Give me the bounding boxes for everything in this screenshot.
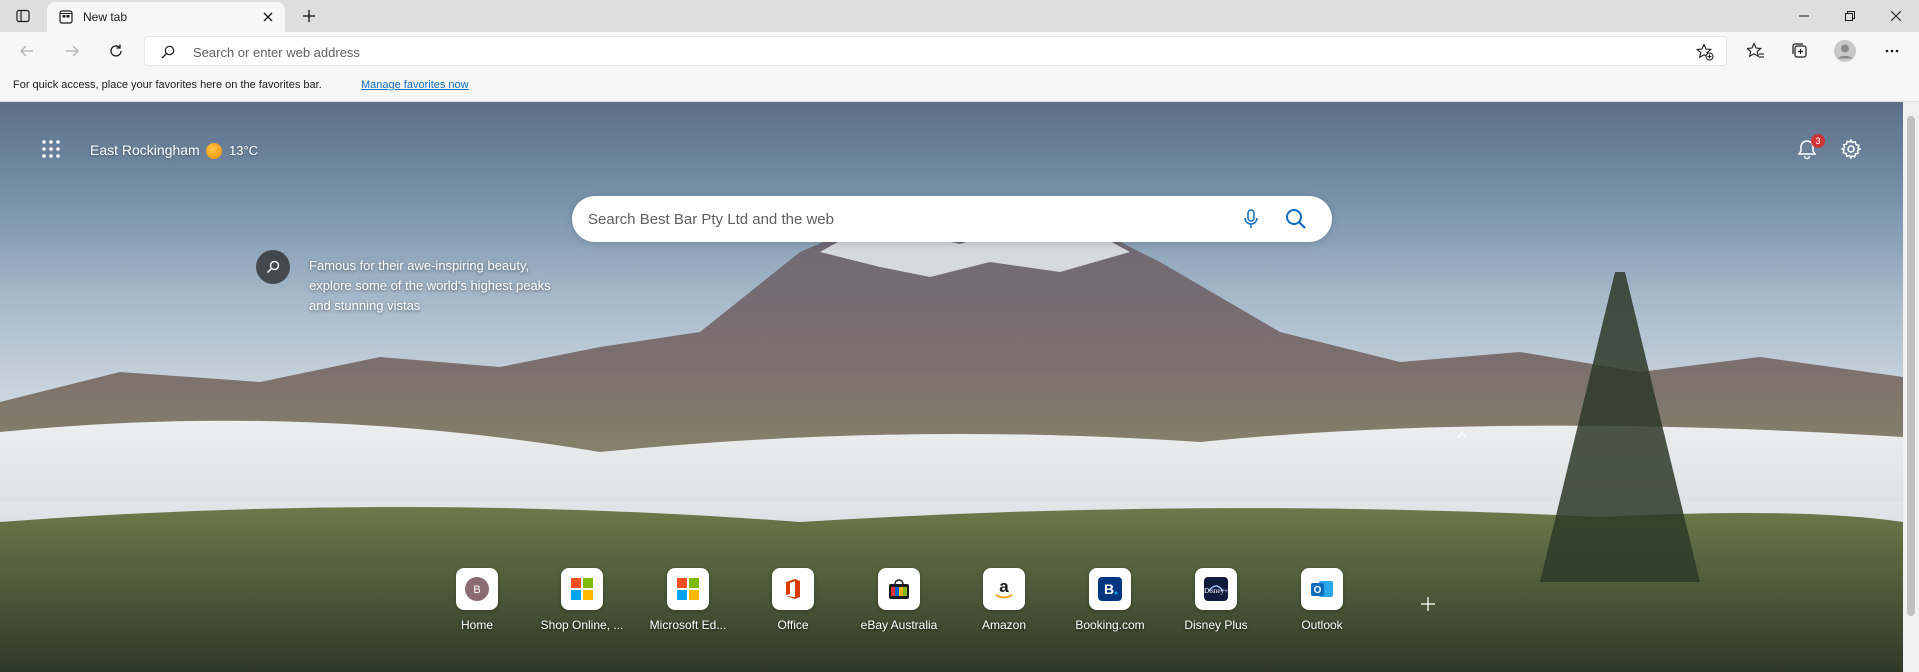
new-tab-page: East Rockingham 13°C 3 Famous for their …: [0, 102, 1919, 672]
quick-link-tile[interactable]: Disney+ Disney Plus: [1164, 568, 1268, 642]
svg-text:a: a: [999, 577, 1009, 596]
disney-icon: Disney+: [1195, 568, 1237, 610]
home-b-icon: B: [456, 568, 498, 610]
back-button[interactable]: [13, 37, 41, 65]
favorites-bar: For quick access, place your favorites h…: [0, 70, 1919, 102]
amazon-icon: a: [983, 568, 1025, 610]
quick-link-label: Disney Plus: [1184, 618, 1248, 632]
quick-link-label: Shop Online, ...: [540, 618, 624, 632]
add-favorite-icon[interactable]: [1696, 43, 1714, 61]
microsoft-logo-icon: [667, 568, 709, 610]
quick-link-tile[interactable]: Office: [741, 568, 845, 642]
svg-text:B: B: [1104, 581, 1114, 597]
forward-arrow-icon: [66, 45, 79, 57]
close-window-button[interactable]: [1873, 0, 1919, 32]
svg-text:O: O: [1314, 585, 1322, 596]
scrollbar-thumb[interactable]: [1907, 116, 1915, 616]
close-icon: [1891, 11, 1901, 21]
quick-link-label: Amazon: [981, 618, 1027, 632]
profile-button[interactable]: [1831, 37, 1859, 65]
search-icon: [161, 45, 175, 59]
quick-link-label: Microsoft Ed...: [649, 618, 727, 632]
plus-icon: [303, 10, 315, 22]
address-bar[interactable]: [144, 36, 1727, 66]
new-tab-favicon-icon: [59, 10, 73, 24]
favorites-icon: [1747, 42, 1764, 58]
quick-link-label: Office: [777, 618, 809, 632]
tab-strip: New tab: [0, 0, 1919, 32]
settings-and-more-button[interactable]: [1878, 37, 1906, 65]
ebay-icon: [878, 568, 920, 610]
refresh-button[interactable]: [102, 37, 130, 65]
refresh-icon: [110, 44, 122, 57]
tab-actions-icon: [16, 9, 30, 23]
quick-links: B Home Shop Online, ... Microsoft Ed... …: [0, 102, 1919, 672]
back-arrow-icon: [20, 45, 33, 57]
booking-icon: B: [1089, 568, 1131, 610]
office-icon: [772, 568, 814, 610]
quick-link-tile[interactable]: Shop Online, ...: [530, 568, 634, 642]
favorites-bar-hint: For quick access, place your favorites h…: [13, 79, 322, 91]
more-icon: [1885, 49, 1899, 53]
browser-toolbar: [0, 32, 1919, 70]
quick-link-tile[interactable]: B Home: [425, 568, 529, 642]
quick-link-tile[interactable]: Microsoft Ed...: [636, 568, 740, 642]
minimize-button[interactable]: [1781, 0, 1827, 32]
quick-link-label: eBay Australia: [860, 618, 938, 632]
outlook-icon: O: [1301, 568, 1343, 610]
page-scrollbar[interactable]: [1903, 102, 1919, 672]
tab-new-tab[interactable]: New tab: [47, 2, 285, 32]
close-tab-icon[interactable]: [261, 10, 275, 24]
quick-link-tile[interactable]: a Amazon: [952, 568, 1056, 642]
new-tab-button[interactable]: [295, 4, 323, 28]
quick-link-tile[interactable]: O Outlook: [1270, 568, 1374, 642]
tab-actions-button[interactable]: [8, 3, 38, 29]
favorites-button[interactable]: [1742, 37, 1770, 65]
restore-icon: [1845, 11, 1855, 21]
collections-button[interactable]: [1786, 37, 1814, 65]
tab-title: New tab: [83, 10, 128, 24]
address-input[interactable]: [193, 42, 1633, 62]
quick-link-tile[interactable]: eBay Australia: [847, 568, 951, 642]
quick-link-label: Home: [460, 618, 493, 632]
manage-favorites-link[interactable]: Manage favorites now: [361, 79, 469, 91]
quick-link-label: Outlook: [1301, 618, 1343, 632]
microsoft-logo-icon: [561, 568, 603, 610]
forward-button[interactable]: [58, 37, 86, 65]
add-quick-link-icon[interactable]: [1420, 596, 1436, 612]
minimize-icon: [1799, 15, 1809, 17]
svg-text:Disney+: Disney+: [1204, 587, 1228, 595]
collections-icon: [1792, 43, 1807, 58]
avatar-icon: [1834, 40, 1856, 62]
restore-button[interactable]: [1827, 0, 1873, 32]
svg-text:B: B: [473, 584, 480, 596]
quick-link-label: Booking.com: [1075, 618, 1145, 632]
quick-link-tile[interactable]: B Booking.com: [1058, 568, 1162, 642]
